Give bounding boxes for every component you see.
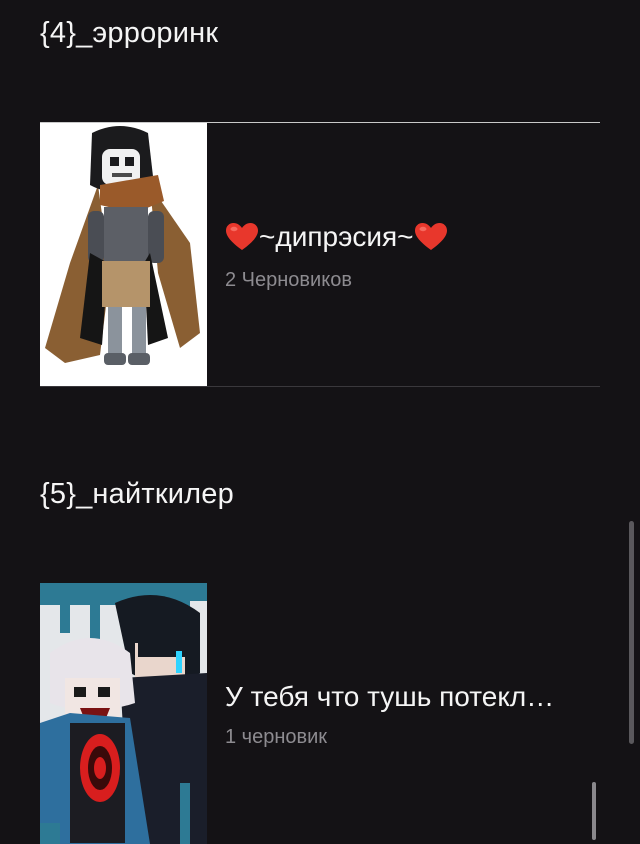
story-title-text-1: ~дипрэсия~ [259,221,414,252]
red-heart-icon [414,223,447,250]
story-card-2[interactable]: У тебя что тушь потекл… 1 черновик [40,583,600,844]
story-drafts-count-1: 2 Черновиков [225,269,352,291]
story-title-1[interactable]: ~дипрэсия~ [225,221,448,253]
character-cover-image-anime-duo[interactable] [40,583,207,844]
character-cover-image-hooded-skeleton[interactable] [40,123,207,386]
card-bottom-divider [40,386,600,387]
cover-art-illustration [40,123,207,386]
red-heart-icon [226,223,258,250]
story-drafts-count-2: 1 черновик [225,726,328,748]
story-card-1[interactable]: ~дипрэсия~ 2 Черновиков [40,123,600,386]
section-title-5: {5}_найткилер [40,478,234,510]
scrollbar-thumb[interactable] [629,521,634,744]
cover-art-illustration [40,583,207,844]
story-title-2[interactable]: У тебя что тушь потекл… [225,681,554,713]
scrollbar-thumb-lower[interactable] [592,782,596,840]
section-title-4: {4}_эрроринк [40,17,219,49]
